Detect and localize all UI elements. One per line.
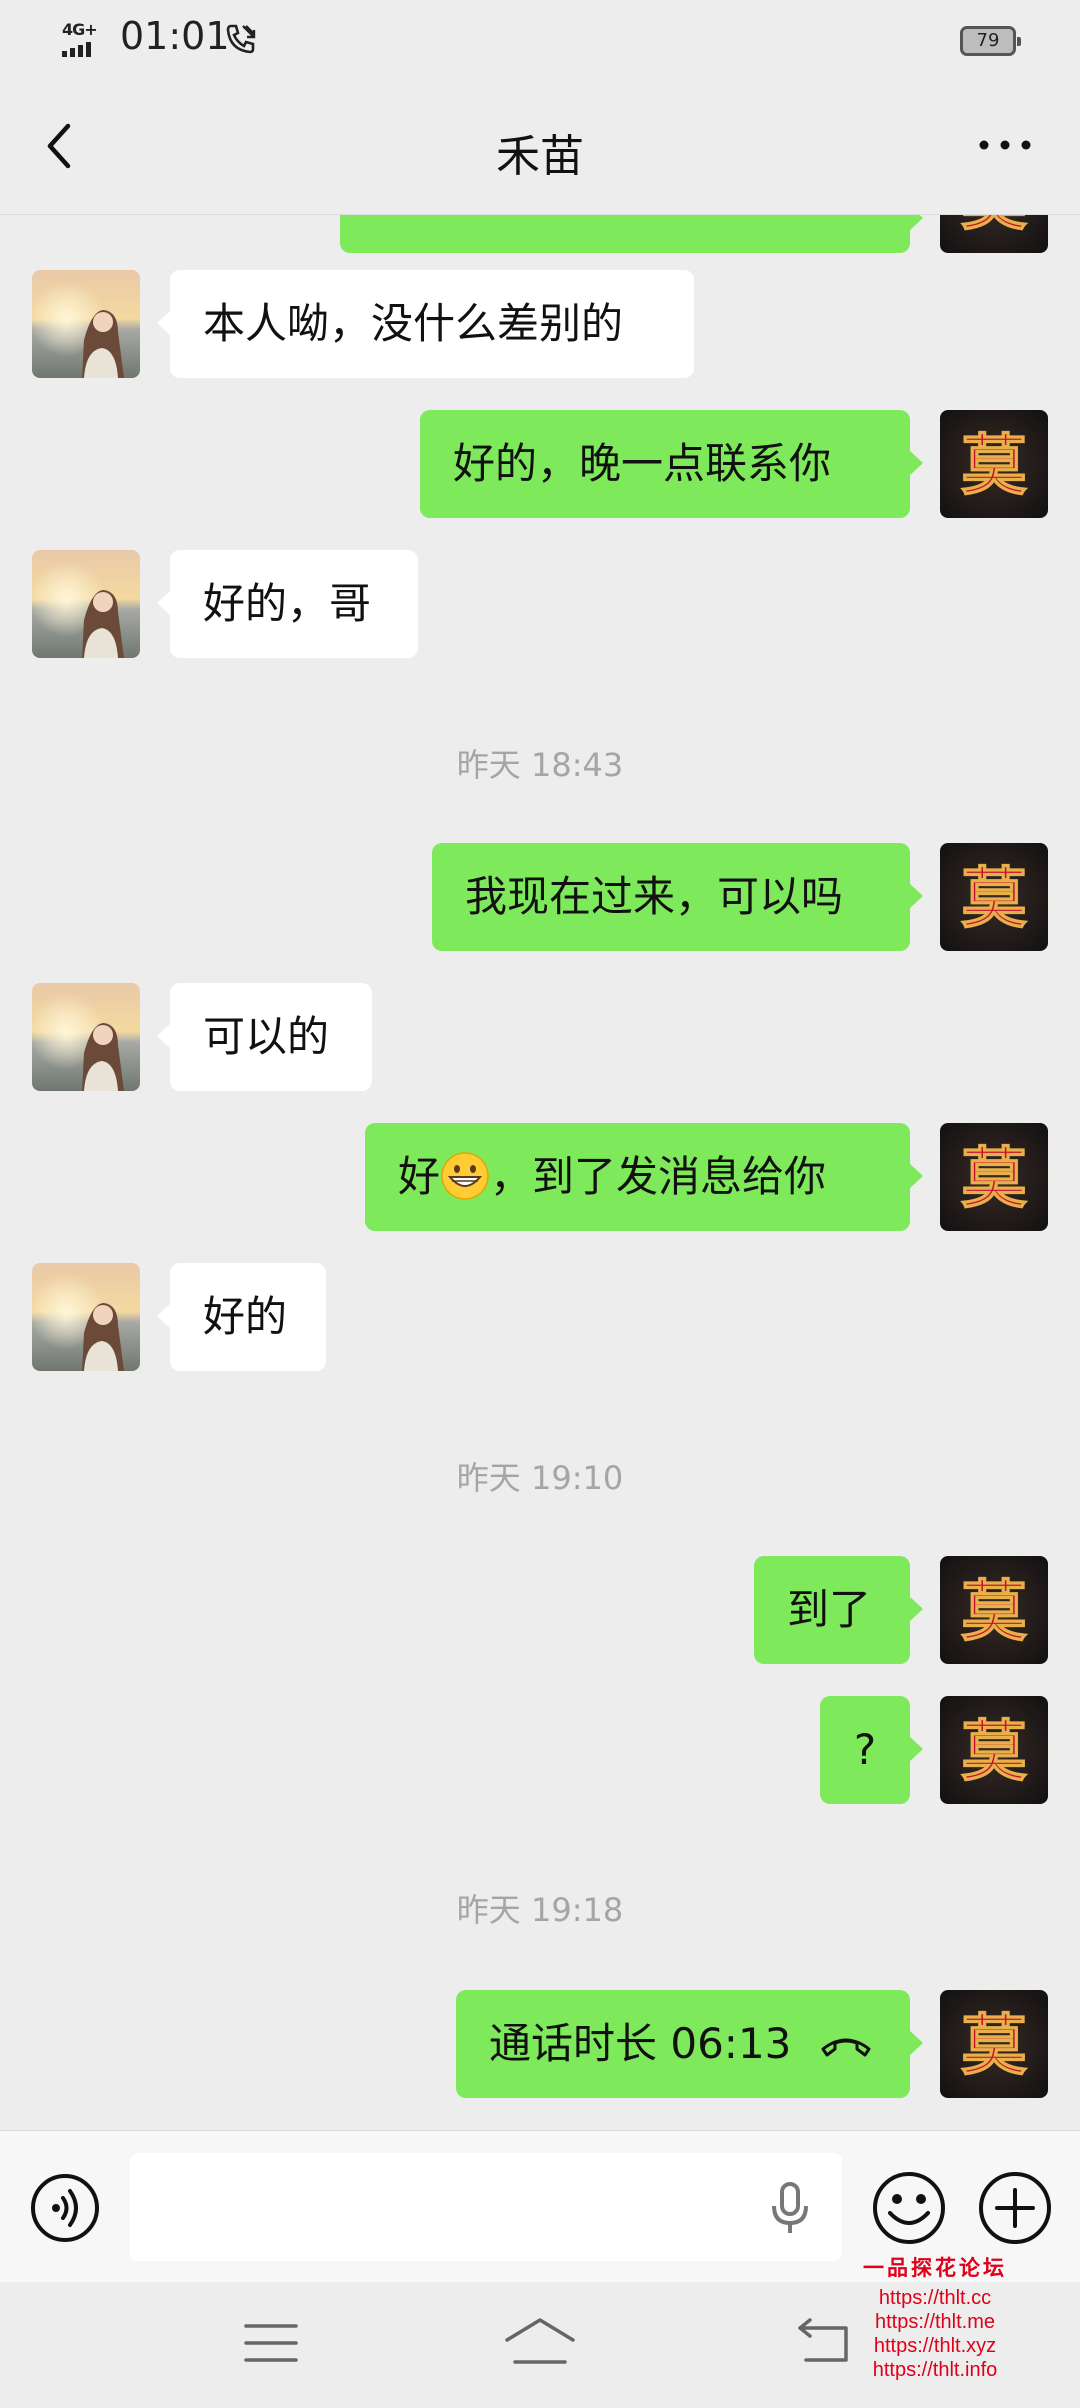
network-signal-icon: 4G+	[62, 20, 112, 60]
message-bubble-outgoing[interactable]: ?	[820, 1696, 923, 1804]
hang-up-icon	[821, 2038, 871, 2056]
svg-text:莫: 莫	[961, 1712, 1027, 1790]
message-bubble-outgoing[interactable]	[340, 215, 923, 253]
my-avatar[interactable]: 莫	[940, 1556, 1048, 1664]
watermark-link: https://thlt.xyz	[873, 2335, 997, 2357]
svg-text:莫: 莫	[961, 215, 1027, 239]
home-key-icon[interactable]	[503, 2316, 577, 2368]
message-bubble-outgoing[interactable]: 好，到了发消息给你	[365, 1123, 923, 1231]
contact-avatar[interactable]	[32, 550, 140, 658]
emoji-icon[interactable]	[872, 2171, 946, 2245]
battery-level: 79	[976, 30, 1000, 51]
watermark-link: https://thlt.info	[872, 2359, 998, 2381]
my-avatar[interactable]: 莫	[940, 410, 1048, 518]
watermark-title: 一品探花论坛	[863, 2255, 1007, 2280]
message-list[interactable]: 莫 本人呦，没什么差别的 好的，晚一点联系你 莫 好的，哥 昨天 18:43 我…	[0, 215, 1080, 2130]
phone-call-icon	[226, 24, 256, 54]
timestamp-label: 昨天 19:18	[456, 1891, 624, 1929]
message-input[interactable]	[130, 2153, 842, 2261]
svg-text:莫: 莫	[961, 1572, 1027, 1650]
watermark-link: https://thlt.cc	[878, 2287, 992, 2309]
my-avatar[interactable]: 莫	[940, 843, 1048, 951]
contact-avatar[interactable]	[32, 1263, 140, 1371]
message-bubble-incoming[interactable]: 好的，哥	[157, 550, 418, 658]
timestamp-label: 昨天 18:43	[456, 746, 624, 784]
watermark-link: https://thlt.me	[874, 2311, 996, 2333]
message-bubble-outgoing[interactable]: 我现在过来，可以吗	[432, 843, 923, 951]
timestamp-label: 昨天 19:10	[456, 1459, 624, 1497]
svg-text:莫: 莫	[961, 426, 1027, 504]
status-bar: 4G+ 01:01 79	[0, 0, 1080, 80]
call-record-bubble[interactable]: 通话时长 06:13	[456, 1990, 923, 2098]
mic-icon[interactable]	[770, 2181, 810, 2235]
battery-indicator: 79	[960, 26, 1021, 56]
contact-avatar[interactable]	[32, 983, 140, 1091]
svg-text:莫: 莫	[961, 859, 1027, 937]
svg-text:莫: 莫	[961, 1139, 1027, 1217]
message-bubble-outgoing[interactable]: 好的，晚一点联系你	[420, 410, 923, 518]
voice-icon[interactable]	[30, 2173, 100, 2243]
my-avatar[interactable]: 莫	[940, 1696, 1048, 1804]
contact-avatar[interactable]	[32, 270, 140, 378]
menu-key-icon[interactable]	[243, 2320, 299, 2366]
chat-title: 禾苗	[496, 131, 584, 182]
message-bubble-incoming[interactable]: 可以的	[157, 983, 372, 1091]
status-time: 01:01	[120, 14, 230, 58]
grinning-face-emoji	[441, 1151, 489, 1200]
more-icon[interactable]	[975, 120, 1035, 170]
watermark: 一品探花论坛 https://thlt.cc https://thlt.me h…	[850, 2252, 1020, 2382]
message-bubble-incoming[interactable]: 好的	[157, 1263, 326, 1371]
plus-icon[interactable]	[978, 2171, 1052, 2245]
message-bubble-outgoing[interactable]: 到了	[754, 1556, 923, 1664]
back-key-icon[interactable]	[796, 2314, 852, 2366]
svg-text:莫: 莫	[961, 2006, 1027, 2084]
message-bubble-incoming[interactable]: 本人呦，没什么差别的	[157, 270, 694, 378]
my-avatar[interactable]: 莫	[940, 215, 1048, 253]
my-avatar[interactable]: 莫	[940, 1123, 1048, 1231]
network-type: 4G+	[62, 20, 98, 39]
chat-header: 禾苗	[0, 80, 1080, 215]
my-avatar[interactable]: 莫	[940, 1990, 1048, 2098]
